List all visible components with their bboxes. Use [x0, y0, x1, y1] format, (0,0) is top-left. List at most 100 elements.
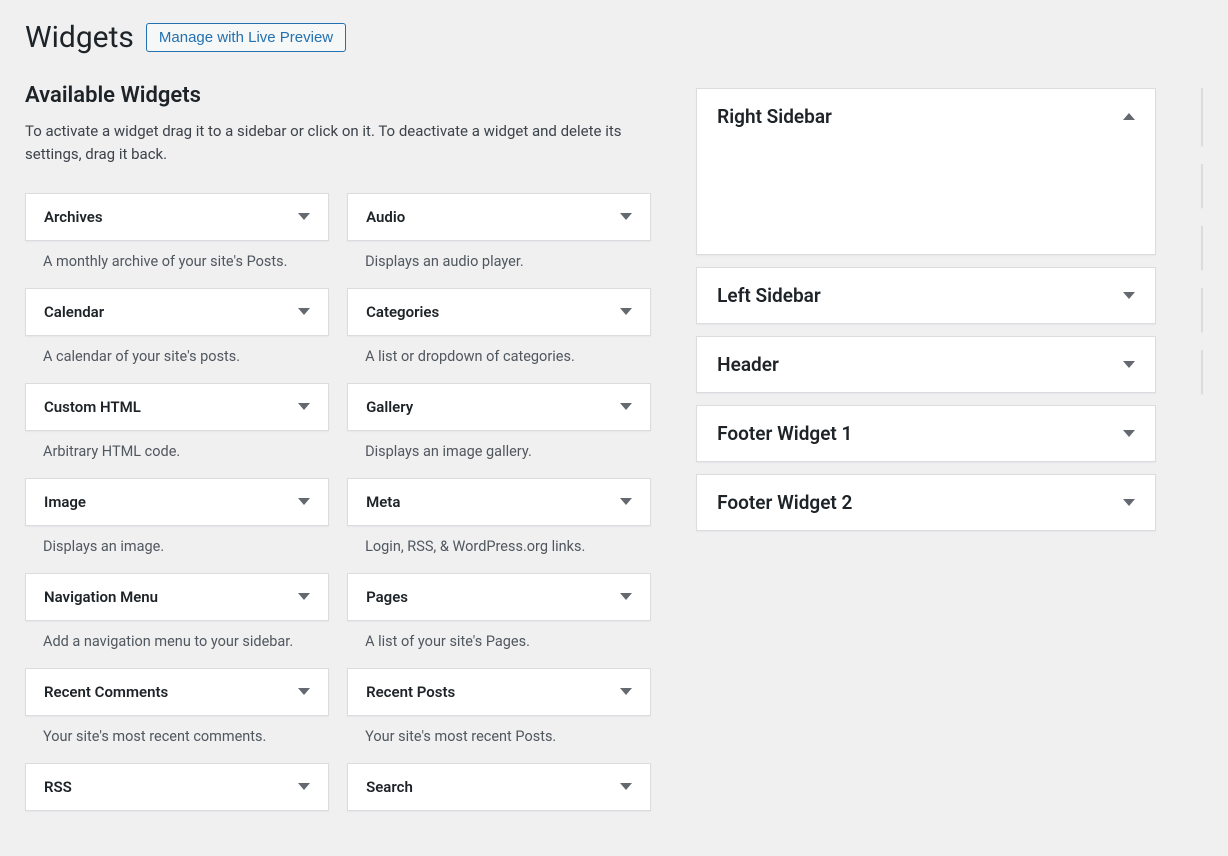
sidebar-area-header[interactable]: Header: [697, 337, 1155, 392]
widget-description: A list of your site's Pages.: [347, 621, 651, 656]
widget-box[interactable]: Archives: [25, 193, 329, 241]
widget-box[interactable]: Calendar: [25, 288, 329, 336]
available-widget: Categories A list or dropdown of categori…: [347, 288, 651, 371]
available-widget: RSS: [25, 763, 329, 811]
widget-box[interactable]: Audio: [347, 193, 651, 241]
chevron-down-icon[interactable]: [1123, 361, 1135, 368]
available-widget: Meta Login, RSS, & WordPress.org links.: [347, 478, 651, 561]
widget-box[interactable]: Gallery: [347, 383, 651, 431]
available-widgets-heading: Available Widgets: [25, 83, 651, 108]
sidebar-stub[interactable]: [1201, 226, 1203, 270]
available-widget: Image Displays an image.: [25, 478, 329, 561]
chevron-down-icon[interactable]: [620, 498, 632, 505]
widget-name: Gallery: [366, 398, 413, 416]
sidebar-areas-column: Right Sidebar Left Sidebar Header Footer Wi…: [696, 83, 1156, 811]
chevron-up-icon[interactable]: [1123, 113, 1135, 120]
available-widget: Search: [347, 763, 651, 811]
sidebar-area-title: Right Sidebar: [717, 105, 832, 128]
widget-box[interactable]: Categories: [347, 288, 651, 336]
sidebar-area[interactable]: Footer Widget 2: [696, 474, 1156, 531]
available-widget: Navigation Menu Add a navigation menu to …: [25, 573, 329, 656]
widget-description: A list or dropdown of categories.: [347, 336, 651, 371]
widget-name: Custom HTML: [44, 398, 141, 416]
sidebar-area[interactable]: Right Sidebar: [696, 88, 1156, 255]
available-widget: Audio Displays an audio player.: [347, 193, 651, 276]
widget-description: Arbitrary HTML code.: [25, 431, 329, 466]
sidebar-area-header[interactable]: Footer Widget 2: [697, 475, 1155, 530]
widget-name: Recent Posts: [366, 683, 455, 701]
available-widget: Archives A monthly archive of your site's…: [25, 193, 329, 276]
widget-description: A calendar of your site's posts.: [25, 336, 329, 371]
manage-live-preview-button[interactable]: Manage with Live Preview: [146, 23, 346, 52]
extra-sidebar-column: [1201, 83, 1203, 811]
chevron-down-icon[interactable]: [620, 213, 632, 220]
available-widget: Recent Comments Your site's most recent c…: [25, 668, 329, 751]
widget-description: A monthly archive of your site's Posts.: [25, 241, 329, 276]
widget-name: Image: [44, 493, 86, 511]
widget-name: Navigation Menu: [44, 588, 158, 606]
chevron-down-icon[interactable]: [1123, 430, 1135, 437]
page-title: Widgets: [25, 20, 134, 55]
sidebar-area-header[interactable]: Left Sidebar: [697, 268, 1155, 323]
chevron-down-icon[interactable]: [298, 308, 310, 315]
widget-name: Calendar: [44, 303, 104, 321]
widget-box[interactable]: Recent Comments: [25, 668, 329, 716]
widget-box[interactable]: Search: [347, 763, 651, 811]
chevron-down-icon[interactable]: [1123, 292, 1135, 299]
widget-name: Categories: [366, 303, 439, 321]
chevron-down-icon[interactable]: [620, 688, 632, 695]
widget-box[interactable]: Custom HTML: [25, 383, 329, 431]
sidebar-stub[interactable]: [1201, 88, 1203, 146]
sidebar-area-title: Footer Widget 1: [717, 422, 852, 445]
sidebar-area-title: Footer Widget 2: [717, 491, 852, 514]
chevron-down-icon[interactable]: [298, 213, 310, 220]
available-widget: Pages A list of your site's Pages.: [347, 573, 651, 656]
chevron-down-icon[interactable]: [620, 593, 632, 600]
widget-box[interactable]: Meta: [347, 478, 651, 526]
available-widgets-column: Available Widgets To activate a widget d…: [25, 83, 651, 811]
chevron-down-icon[interactable]: [298, 593, 310, 600]
sidebar-area-title: Header: [717, 353, 779, 376]
widget-box[interactable]: Navigation Menu: [25, 573, 329, 621]
sidebar-area-header[interactable]: Footer Widget 1: [697, 406, 1155, 461]
widget-name: Meta: [366, 493, 400, 511]
widget-description: Displays an image.: [25, 526, 329, 561]
chevron-down-icon[interactable]: [298, 688, 310, 695]
widget-box[interactable]: Recent Posts: [347, 668, 651, 716]
chevron-down-icon[interactable]: [1123, 499, 1135, 506]
available-widget: Custom HTML Arbitrary HTML code.: [25, 383, 329, 466]
widget-box[interactable]: Image: [25, 478, 329, 526]
chevron-down-icon[interactable]: [298, 498, 310, 505]
sidebar-area-title: Left Sidebar: [717, 284, 821, 307]
widget-name: Archives: [44, 208, 103, 226]
chevron-down-icon[interactable]: [620, 783, 632, 790]
widget-description: Your site's most recent Posts.: [347, 716, 651, 751]
widget-name: RSS: [44, 778, 72, 796]
widget-box[interactable]: RSS: [25, 763, 329, 811]
available-widgets-description: To activate a widget drag it to a sideba…: [25, 120, 651, 167]
sidebar-area[interactable]: Left Sidebar: [696, 267, 1156, 324]
widget-name: Search: [366, 778, 413, 796]
widget-name: Recent Comments: [44, 683, 168, 701]
widget-description: Your site's most recent comments.: [25, 716, 329, 751]
widget-name: Pages: [366, 588, 408, 606]
chevron-down-icon[interactable]: [620, 308, 632, 315]
available-widget: Gallery Displays an image gallery.: [347, 383, 651, 466]
sidebar-area-header[interactable]: Right Sidebar: [697, 89, 1155, 144]
sidebar-stub[interactable]: [1201, 164, 1203, 208]
sidebar-area[interactable]: Header: [696, 336, 1156, 393]
widget-description: Displays an audio player.: [347, 241, 651, 276]
widget-box[interactable]: Pages: [347, 573, 651, 621]
chevron-down-icon[interactable]: [298, 403, 310, 410]
sidebar-stub[interactable]: [1201, 350, 1203, 394]
chevron-down-icon[interactable]: [620, 403, 632, 410]
sidebar-area[interactable]: Footer Widget 1: [696, 405, 1156, 462]
widget-description: Login, RSS, & WordPress.org links.: [347, 526, 651, 561]
widget-description: Add a navigation menu to your sidebar.: [25, 621, 329, 656]
widget-name: Audio: [366, 208, 405, 226]
widget-description: Displays an image gallery.: [347, 431, 651, 466]
sidebar-stub[interactable]: [1201, 288, 1203, 332]
chevron-down-icon[interactable]: [298, 783, 310, 790]
available-widget: Calendar A calendar of your site's posts.: [25, 288, 329, 371]
available-widget: Recent Posts Your site's most recent Post…: [347, 668, 651, 751]
